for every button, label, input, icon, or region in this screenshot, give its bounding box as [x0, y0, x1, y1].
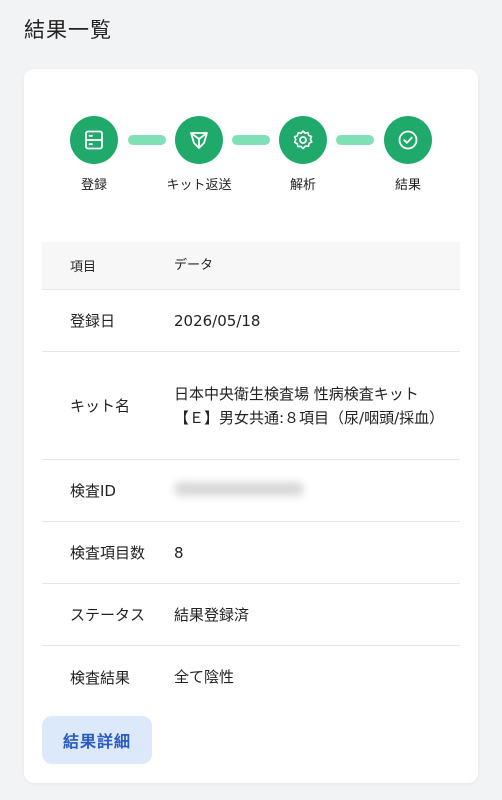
- result-table: 項目 データ 登録日 2026/05/18 キット名 日本中央衛生検査場 性病検…: [42, 242, 460, 708]
- step-connector: [128, 135, 166, 145]
- step-connector: [336, 135, 374, 145]
- table-row: 検査ID: [42, 460, 460, 522]
- step-label-register: 登録: [80, 178, 107, 193]
- step-analysis: [279, 116, 327, 164]
- kit-name: 日本中央衛生検査場 性病検査キット【Ｅ】男女共通:８項目（尿/咽頭/採血）: [174, 384, 445, 427]
- test-result-value: 全て陰性: [174, 668, 235, 686]
- progress-stepper: 登録 キット返送 解析 結果: [24, 116, 478, 196]
- step-connector: [232, 135, 270, 145]
- row-label: 検査ID: [70, 482, 116, 500]
- result-detail-button[interactable]: 結果詳細: [42, 716, 152, 764]
- step-kit-return: [175, 116, 223, 164]
- table-row: キット名 日本中央衛生検査場 性病検査キット【Ｅ】男女共通:８項目（尿/咽頭/採…: [42, 352, 460, 460]
- header-item: 項目: [70, 260, 97, 275]
- table-header: 項目 データ: [42, 242, 460, 290]
- step-label-analysis: 解析: [289, 178, 316, 193]
- row-label: 検査項目数: [70, 544, 146, 562]
- row-label: ステータス: [70, 606, 146, 624]
- registration-date: 2026/05/18: [174, 311, 261, 330]
- header-data: データ: [174, 257, 214, 273]
- results-card: 登録 キット返送 解析 結果 項目 データ 登録日 2026/05/18 キット…: [24, 69, 478, 783]
- step-label-result: 結果: [394, 178, 421, 193]
- table-row: 登録日 2026/05/18: [42, 290, 460, 352]
- step-register: [70, 116, 118, 164]
- check-circle-icon: [398, 130, 418, 150]
- row-label: 登録日: [70, 312, 116, 330]
- test-id-redacted: [174, 479, 460, 503]
- table-row: 検査項目数 8: [42, 522, 460, 584]
- table-row: ステータス 結果登録済: [42, 584, 460, 646]
- table-row: 検査結果 全て陰性: [42, 646, 460, 708]
- gear-icon: [293, 130, 313, 150]
- page-title: 結果一覧: [24, 18, 112, 42]
- server-icon: [85, 130, 103, 150]
- row-label: キット名: [70, 397, 131, 415]
- shield-icon: [190, 132, 208, 149]
- step-result: [384, 116, 432, 164]
- redaction-blur: [174, 481, 304, 496]
- row-label: 検査結果: [70, 668, 131, 687]
- test-item-count: 8: [174, 543, 184, 562]
- step-label-kit-return: キット返送: [166, 178, 232, 193]
- status-value: 結果登録済: [174, 605, 250, 624]
